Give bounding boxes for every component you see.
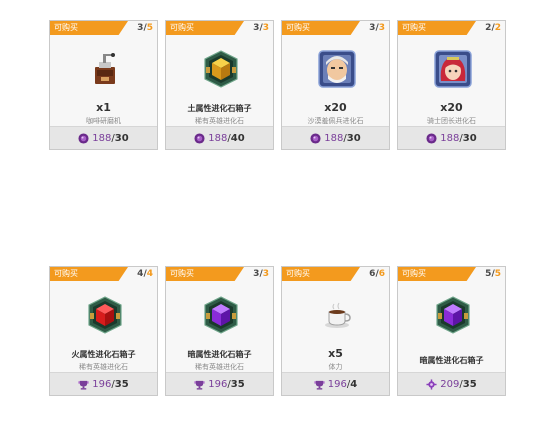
earth-evolution-chest-icon <box>204 50 238 88</box>
shop-item-card[interactable]: 可购买 5/5 暗属性进化石箱子 209/35 <box>397 266 506 396</box>
price-bar[interactable]: 188/30 <box>398 126 505 149</box>
stock-count: 5/5 <box>485 269 501 279</box>
shop-row-2: 可购买 4/4 火属性进化石箱子 稀有英雄进化石 196/35 可购买 3/3 <box>0 266 559 396</box>
purple-trophy-icon <box>194 380 205 390</box>
purchasable-tag: 可购买 <box>166 267 244 281</box>
shop-item-card[interactable]: 可购买 3/3 暗属性进化石箱子 稀有英雄进化石 196/35 <box>165 266 274 396</box>
stock-count: 3/3 <box>253 23 269 33</box>
purchasable-tag: 可购买 <box>398 21 476 35</box>
shop-item-card[interactable]: 可购买 2/2 x20 骑士团长进化石 188/30 <box>397 20 506 150</box>
item-quantity: x20 <box>440 101 463 114</box>
price-bar[interactable]: 209/35 <box>398 372 505 395</box>
dark-evolution-chest-icon <box>204 296 238 334</box>
shop-item-card[interactable]: 可购买 6/6 x5 体力 196/4 <box>281 266 390 396</box>
item-description: 体力 <box>328 363 343 371</box>
shop-item-card[interactable]: 可购买 3/3 土属性进化石箱子 稀有英雄进化石 188/40 <box>165 20 274 150</box>
shop-item-card[interactable]: 可购买 3/3 x20 沙漠羞佩兵进化石 188/30 <box>281 20 390 150</box>
price-bar[interactable]: 196/4 <box>282 372 389 395</box>
item-name: 暗属性进化石箱子 <box>419 356 484 365</box>
price-bar[interactable]: 188/30 <box>282 126 389 149</box>
item-quantity: x20 <box>324 101 347 114</box>
item-description: 骑士团长进化石 <box>427 117 476 125</box>
purple-orb-icon <box>426 132 437 144</box>
price-bar[interactable]: 188/40 <box>166 126 273 149</box>
purple-trophy-icon <box>78 380 89 390</box>
shop-row-1: 可购买 3/5 x1 咖啡研磨机 188/30 可购买 3/3 土属性进化石箱子… <box>0 20 559 150</box>
old-warrior-portrait-icon <box>318 50 356 88</box>
stock-count: 2/2 <box>485 23 501 33</box>
item-description: 稀有英雄进化石 <box>79 363 128 371</box>
stock-count: 4/4 <box>137 269 153 279</box>
item-name: 火属性进化石箱子 <box>71 350 136 359</box>
shop-item-card[interactable]: 可购买 4/4 火属性进化石箱子 稀有英雄进化石 196/35 <box>49 266 158 396</box>
price-bar[interactable]: 188/30 <box>50 126 157 149</box>
purple-orb-icon <box>310 132 321 144</box>
purple-orb-icon <box>78 132 89 144</box>
stock-count: 6/6 <box>369 269 385 279</box>
purchasable-tag: 可购买 <box>166 21 244 35</box>
item-description: 稀有英雄进化石 <box>195 117 244 125</box>
fire-evolution-chest-icon <box>88 296 122 334</box>
purple-orb-icon <box>194 132 205 144</box>
purchasable-tag: 可购买 <box>282 21 360 35</box>
coffee-grinder-icon <box>95 53 115 84</box>
purple-gear-icon <box>426 378 437 390</box>
stock-count: 3/3 <box>253 269 269 279</box>
purchasable-tag: 可购买 <box>282 267 360 281</box>
purple-trophy-icon <box>314 380 325 390</box>
shop-item-card[interactable]: 可购买 3/5 x1 咖啡研磨机 188/30 <box>49 20 158 150</box>
item-description: 稀有英雄进化石 <box>195 363 244 371</box>
price-bar[interactable]: 196/35 <box>166 372 273 395</box>
dark-evolution-chest-icon <box>436 296 470 334</box>
item-quantity: x5 <box>328 347 343 360</box>
item-quantity: x1 <box>96 101 111 114</box>
stock-count: 3/3 <box>369 23 385 33</box>
item-name: 土属性进化石箱子 <box>187 104 252 113</box>
price-bar[interactable]: 196/35 <box>50 372 157 395</box>
red-hair-girl-portrait-icon <box>434 50 472 88</box>
purchasable-tag: 可购买 <box>50 267 128 281</box>
item-name: 暗属性进化石箱子 <box>187 350 252 359</box>
purchasable-tag: 可购买 <box>398 267 476 281</box>
stock-count: 3/5 <box>137 23 153 33</box>
purchasable-tag: 可购买 <box>50 21 128 35</box>
coffee-cup-icon <box>325 302 351 328</box>
item-description: 沙漠羞佩兵进化石 <box>307 117 364 125</box>
item-description: 咖啡研磨机 <box>86 117 121 125</box>
